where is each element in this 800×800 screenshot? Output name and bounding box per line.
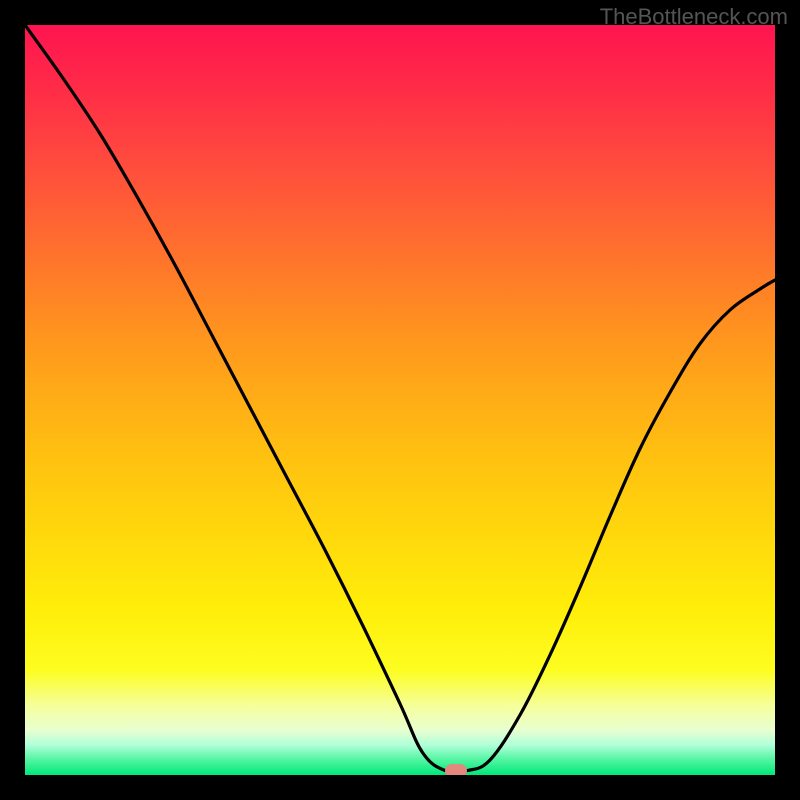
optimal-marker bbox=[445, 764, 467, 776]
watermark-text: TheBottleneck.com bbox=[600, 4, 788, 30]
bottleneck-curve bbox=[25, 25, 775, 772]
plot-area bbox=[25, 25, 775, 775]
curve-svg bbox=[25, 25, 775, 775]
